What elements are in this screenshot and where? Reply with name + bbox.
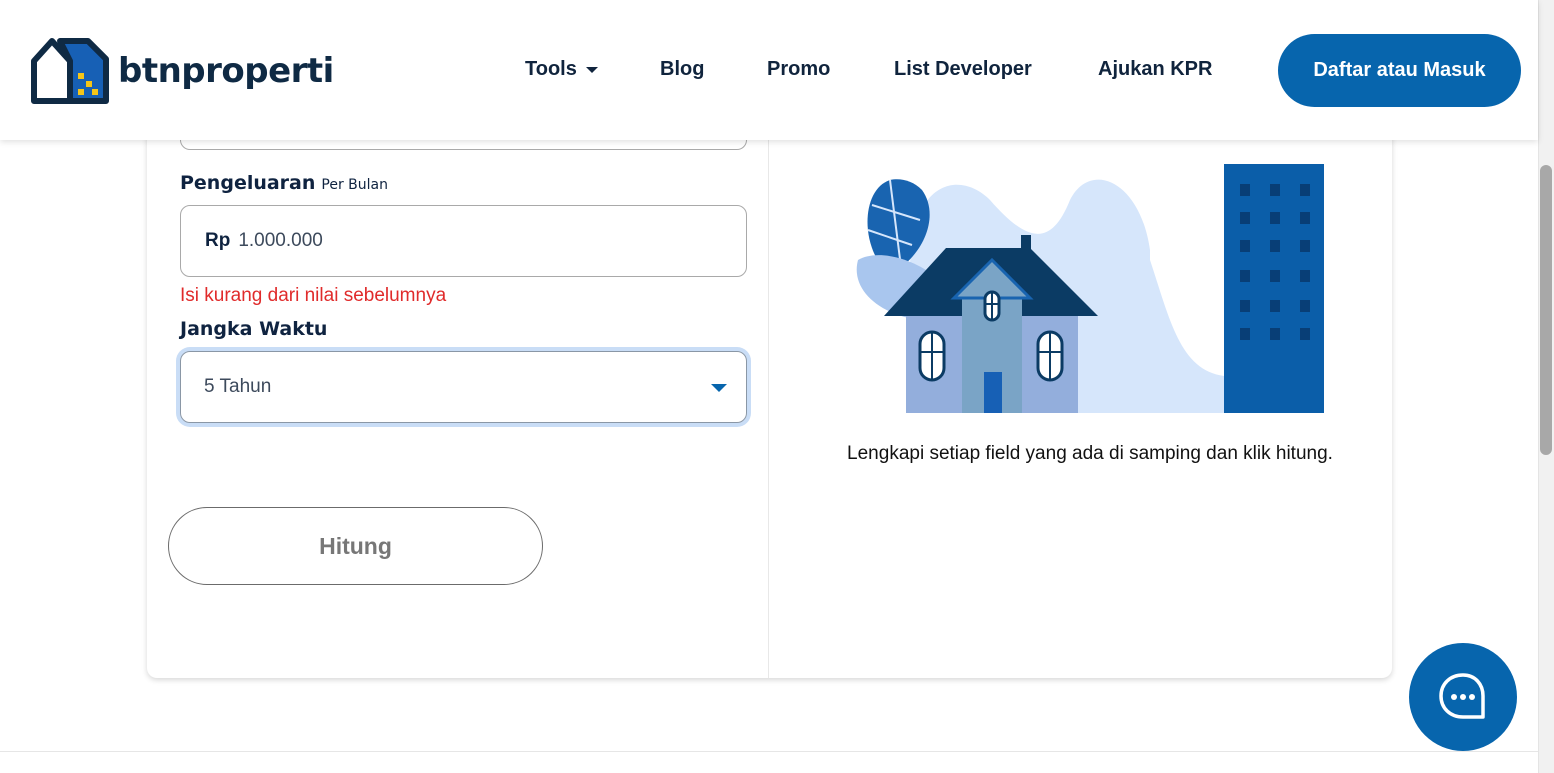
footer-divider — [0, 751, 1538, 752]
caret-down-icon — [585, 66, 598, 73]
nav-blog[interactable]: Blog — [660, 58, 704, 81]
caret-down-icon — [711, 384, 727, 392]
pengeluaran-label: Pengeluaran Per Bulan — [180, 172, 388, 194]
nav-tools[interactable]: Tools — [525, 58, 598, 81]
scrollbar-thumb[interactable] — [1540, 165, 1552, 455]
page-root: Pengeluaran Per Bulan Rp 1.000.000 Isi ku… — [0, 0, 1554, 773]
login-register-button[interactable]: Daftar atau Masuk — [1278, 34, 1521, 107]
jangka-waktu-select[interactable]: 5 Tahun — [180, 351, 747, 423]
jangka-waktu-value: 5 Tahun — [204, 376, 272, 397]
pengeluaran-sublabel: Per Bulan — [321, 177, 388, 193]
background-hill-2 — [1060, 227, 1224, 413]
house-door — [984, 372, 1002, 413]
card-divider — [768, 140, 769, 678]
jangka-waktu-label: Jangka Waktu — [180, 318, 328, 340]
chat-bubble-icon — [1439, 673, 1485, 719]
currency-prefix: Rp — [205, 230, 231, 251]
nav-list-developer[interactable]: List Developer — [894, 58, 1032, 81]
nav-ajukan-kpr[interactable]: Ajukan KPR — [1098, 58, 1212, 81]
site-header: btnproperti Tools Blog Promo List Develo… — [0, 0, 1538, 140]
apartment-building — [1224, 164, 1324, 413]
house-illustration — [856, 164, 1324, 413]
pengeluaran-input[interactable]: Rp 1.000.000 — [180, 205, 747, 277]
chat-button[interactable] — [1409, 643, 1517, 751]
pengeluaran-error-message: Isi kurang dari nilai sebelumnya — [180, 285, 447, 306]
hitung-button[interactable]: Hitung — [168, 507, 543, 585]
pengeluaran-value: 1.000.000 — [238, 230, 323, 251]
result-hint-text: Lengkapi setiap field yang ada di sampin… — [847, 443, 1333, 464]
nav-promo[interactable]: Promo — [767, 58, 830, 81]
